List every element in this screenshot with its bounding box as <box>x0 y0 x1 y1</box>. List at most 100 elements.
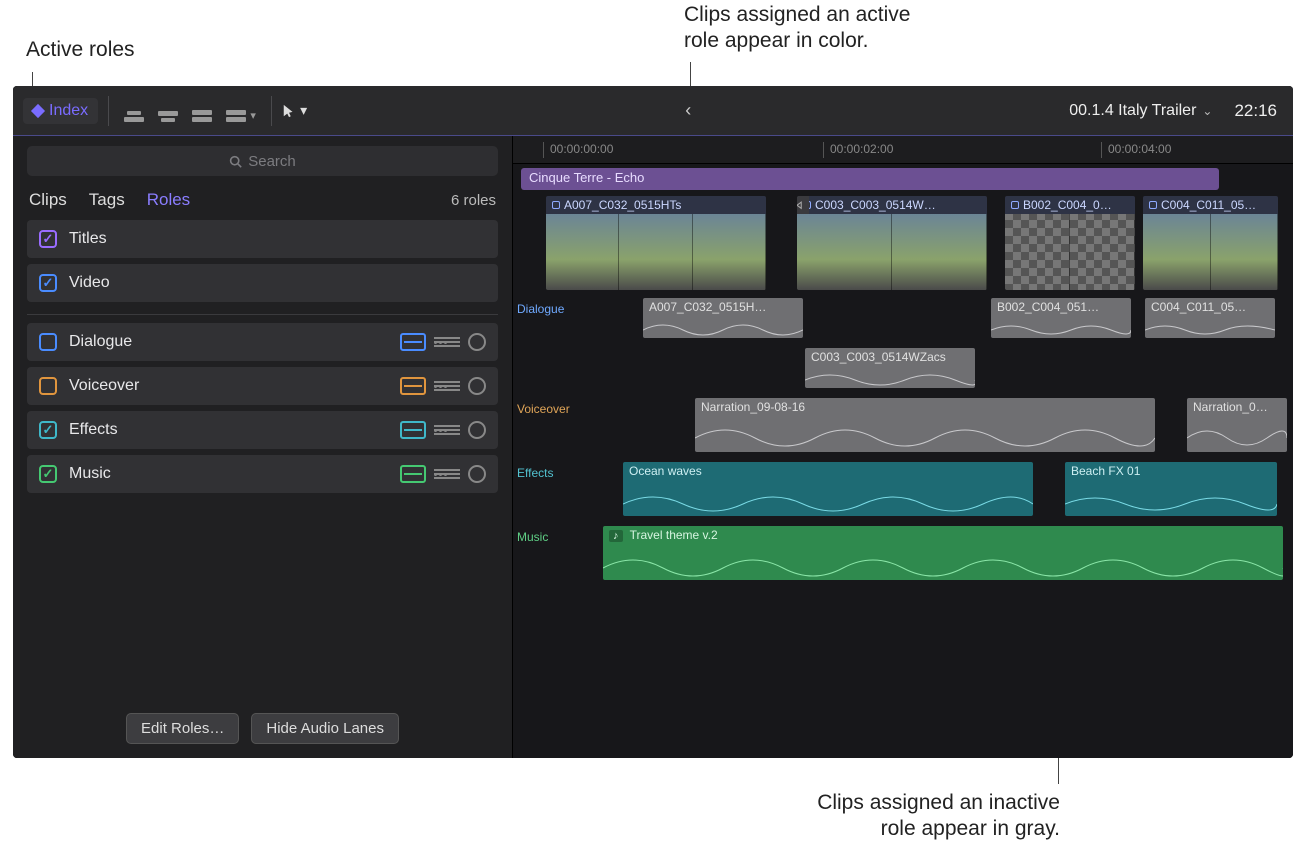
lane-label: Voiceover <box>517 402 570 416</box>
project-name: 00.1.4 Italy Trailer <box>1069 102 1196 120</box>
tab-clips[interactable]: Clips <box>29 190 67 210</box>
video-clip[interactable]: C004_C011_05… <box>1143 196 1278 290</box>
clip-label: C004_C011_05… <box>1151 300 1246 314</box>
role-count: 6 roles <box>451 192 496 209</box>
clip-label: C003_C003_0514W… <box>815 198 936 212</box>
ruler-tick: 00:00:02:00 <box>823 142 893 158</box>
clip-label: A007_C032_0515H… <box>649 300 766 314</box>
lane-music: Music Travel theme v.2 <box>513 526 1293 586</box>
audio-clip[interactable]: A007_C032_0515H… <box>643 298 803 338</box>
search-placeholder: Search <box>248 153 296 170</box>
role-group-audio: Dialogue Voiceover <box>13 323 512 499</box>
annotation-active-color: Clips assigned an active role appear in … <box>684 2 944 55</box>
timecode-display: 22:16 <box>1234 101 1277 121</box>
overwrite-clip-icon[interactable] <box>221 98 261 124</box>
ruler-tick: 00:00:04:00 <box>1101 142 1171 158</box>
show-lane-icon[interactable] <box>400 421 426 439</box>
show-lane-icon[interactable] <box>400 377 426 395</box>
toolbar: Index ▾ ‹ 00.1.4 Italy Trailer ⌄ 22:16 <box>13 86 1293 136</box>
toolbar-divider <box>108 96 109 126</box>
clip-label: C004_C011_05… <box>1161 198 1256 212</box>
role-row-voiceover[interactable]: Voiceover <box>27 367 498 405</box>
select-tool[interactable]: ▾ <box>282 102 307 119</box>
role-label: Voiceover <box>69 377 388 395</box>
video-clip[interactable]: A007_C032_0515HTs <box>546 196 766 290</box>
timeline-back-button[interactable]: ‹ <box>675 100 701 121</box>
transition-icon[interactable]: ⋈ <box>797 196 809 214</box>
index-diamond-icon <box>31 103 45 117</box>
timeline-ruler[interactable]: 00:00:00:00 00:00:02:00 00:00:04:00 <box>513 136 1293 164</box>
timeline[interactable]: 00:00:00:00 00:00:02:00 00:00:04:00 Cinq… <box>513 136 1293 758</box>
checkbox-dialogue[interactable] <box>39 333 57 351</box>
focus-icon[interactable] <box>468 465 486 483</box>
role-row-dialogue[interactable]: Dialogue <box>27 323 498 361</box>
checkbox-effects[interactable] <box>39 421 57 439</box>
audio-clip[interactable]: Beach FX 01 <box>1065 462 1277 516</box>
role-label: Video <box>69 274 486 292</box>
audio-clip[interactable]: C003_C003_0514WZacs <box>805 348 975 388</box>
clip-label: B002_C004_051… <box>997 300 1099 314</box>
tab-tags[interactable]: Tags <box>89 190 125 210</box>
sidebar-footer: Edit Roles… Hide Audio Lanes <box>13 701 512 758</box>
show-subroles-icon[interactable] <box>434 469 460 479</box>
show-lane-icon[interactable] <box>400 333 426 351</box>
lane-video: A007_C032_0515HTs ⋈ C003_C003_0514W… B00… <box>513 196 1293 294</box>
focus-icon[interactable] <box>468 333 486 351</box>
clip-label: Travel theme v.2 <box>630 528 718 542</box>
clip-label: Beach FX 01 <box>1071 464 1140 478</box>
audio-clip[interactable]: Travel theme v.2 <box>603 526 1283 580</box>
audio-clip[interactable]: Narration_0… <box>1187 398 1287 452</box>
index-label: Index <box>49 102 88 120</box>
clip-label: C003_C003_0514WZacs <box>811 350 946 364</box>
checkbox-voiceover[interactable] <box>39 377 57 395</box>
role-label: Dialogue <box>69 333 388 351</box>
search-icon <box>229 155 242 168</box>
toolbar-divider <box>271 96 272 126</box>
focus-icon[interactable] <box>468 377 486 395</box>
role-divider <box>27 314 498 315</box>
role-label: Music <box>69 465 388 483</box>
append-clip-icon[interactable] <box>187 98 217 124</box>
video-clip[interactable]: ⋈ C003_C003_0514W… <box>797 196 987 290</box>
annotation-active-roles: Active roles <box>26 37 135 63</box>
show-subroles-icon[interactable] <box>434 425 460 435</box>
lane-dialogue-sub: C003_C003_0514WZacs <box>513 348 1293 394</box>
clip-label: Narration_09-08-16 <box>701 400 805 414</box>
index-button[interactable]: Index <box>23 98 98 124</box>
lane-label: Music <box>517 530 548 544</box>
role-row-video[interactable]: Video <box>27 264 498 302</box>
project-popup[interactable]: 00.1.4 Italy Trailer ⌄ <box>1069 102 1212 120</box>
lane-effects: Effects Ocean waves Beach FX 01 <box>513 462 1293 522</box>
connect-clip-icon[interactable] <box>119 98 149 124</box>
index-sidebar: Search Clips Tags Roles 6 roles Titles V… <box>13 136 513 758</box>
hide-audio-lanes-button[interactable]: Hide Audio Lanes <box>251 713 399 744</box>
checkbox-video[interactable] <box>39 274 57 292</box>
chevron-down-icon: ⌄ <box>1202 104 1212 118</box>
role-badge-icon <box>1149 201 1157 209</box>
title-clip[interactable]: Cinque Terre - Echo <box>521 168 1219 190</box>
insert-clip-icon[interactable] <box>153 98 183 124</box>
app-window: Index ▾ ‹ 00.1.4 Italy Trailer ⌄ 22:16 <box>13 86 1293 758</box>
show-subroles-icon[interactable] <box>434 381 460 391</box>
search-field[interactable]: Search <box>27 146 498 176</box>
chevron-down-icon: ▾ <box>300 102 307 119</box>
focus-icon[interactable] <box>468 421 486 439</box>
audio-clip[interactable]: B002_C004_051… <box>991 298 1131 338</box>
checkbox-music[interactable] <box>39 465 57 483</box>
clip-label: B002_C004_0… <box>1023 198 1112 212</box>
role-row-titles[interactable]: Titles <box>27 220 498 258</box>
role-row-music[interactable]: Music <box>27 455 498 493</box>
video-clip[interactable]: B002_C004_0… <box>1005 196 1135 290</box>
audio-clip[interactable]: Narration_09-08-16 <box>695 398 1155 452</box>
role-row-effects[interactable]: Effects <box>27 411 498 449</box>
audio-clip[interactable]: Ocean waves <box>623 462 1033 516</box>
checkbox-titles[interactable] <box>39 230 57 248</box>
clip-label: Ocean waves <box>629 464 702 478</box>
tab-roles[interactable]: Roles <box>147 190 190 210</box>
audio-clip[interactable]: C004_C011_05… <box>1145 298 1275 338</box>
role-label: Titles <box>69 230 486 248</box>
edit-roles-button[interactable]: Edit Roles… <box>126 713 239 744</box>
role-badge-icon <box>1011 201 1019 209</box>
show-lane-icon[interactable] <box>400 465 426 483</box>
show-subroles-icon[interactable] <box>434 337 460 347</box>
